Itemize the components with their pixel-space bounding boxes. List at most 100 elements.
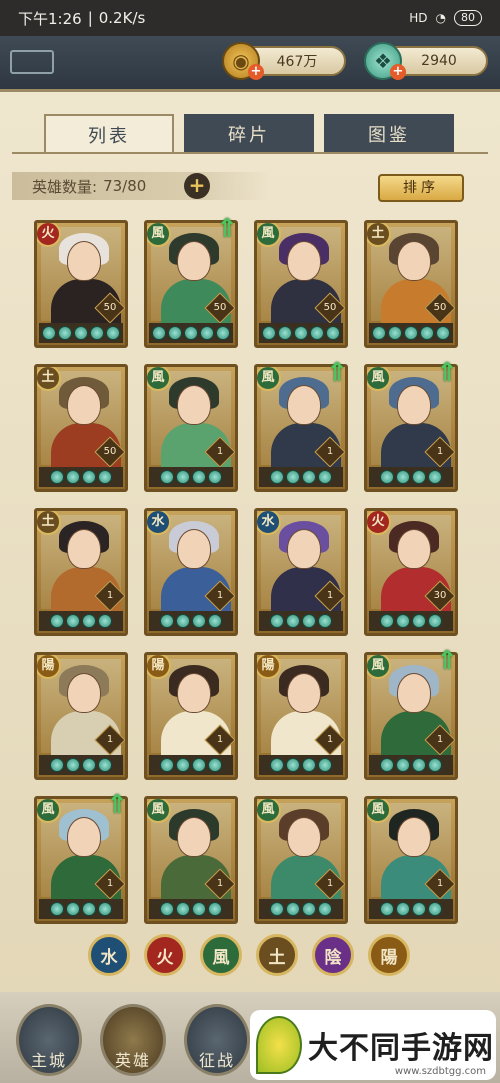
upgrade-arrow-icon: ⇑: [216, 214, 238, 244]
tab-bar: 列表 碎片 图鉴: [44, 114, 464, 154]
hero-face: [397, 673, 431, 713]
star-icon: [192, 902, 206, 916]
hero-card[interactable]: 土 50: [34, 364, 128, 492]
hero-card[interactable]: 風1: [144, 364, 238, 492]
star-icon: [396, 614, 410, 628]
element-badge: 風: [367, 799, 391, 823]
star-rating: [39, 899, 123, 919]
nav-heroes[interactable]: 英雄: [100, 1004, 166, 1076]
star-icon: [270, 902, 284, 916]
star-icon: [200, 326, 214, 340]
hero-card[interactable]: 火 30: [364, 508, 458, 636]
hero-face: [287, 241, 321, 281]
star-icon: [216, 326, 230, 340]
element-filter-button[interactable]: 陽: [368, 934, 410, 976]
hero-card[interactable]: 風 50: [254, 220, 348, 348]
star-icon: [278, 326, 292, 340]
star-icon: [50, 470, 64, 484]
star-icon: [302, 470, 316, 484]
wifi-icon: ◔: [435, 11, 446, 25]
element-badge: 火: [37, 223, 61, 247]
star-icon: [286, 902, 300, 916]
element-badge: 水: [147, 511, 171, 535]
add-hero-slot-button[interactable]: +: [184, 173, 210, 199]
hero-card[interactable]: 陽1: [144, 652, 238, 780]
star-rating: [369, 611, 453, 631]
hero-card[interactable]: 風1: [254, 796, 348, 924]
star-icon: [208, 758, 222, 772]
star-icon: [420, 326, 434, 340]
hero-card[interactable]: 風1: [364, 796, 458, 924]
star-icon: [168, 326, 182, 340]
add-jade-icon[interactable]: +: [390, 64, 406, 80]
element-filter-button[interactable]: 水: [88, 934, 130, 976]
star-icon: [262, 326, 276, 340]
star-icon: [66, 614, 80, 628]
tab-fragments[interactable]: 碎片: [184, 114, 314, 154]
hero-face: [67, 529, 101, 569]
element-badge: 土: [367, 223, 391, 247]
hero-face: [397, 241, 431, 281]
star-icon: [192, 614, 206, 628]
gold-resource[interactable]: ◉ + 467万: [222, 42, 346, 80]
hero-count-label: 英雄数量:: [32, 177, 98, 196]
element-filter-button[interactable]: 土: [256, 934, 298, 976]
element-badge: 風: [257, 367, 281, 391]
star-icon: [106, 326, 120, 340]
hero-card[interactable]: 土1: [34, 508, 128, 636]
tab-list[interactable]: 列表: [44, 114, 174, 154]
element-filter-bar: 水火風土陰陽: [88, 934, 428, 978]
star-icon: [302, 758, 316, 772]
hero-face: [177, 529, 211, 569]
nav-main-city[interactable]: 主城: [16, 1004, 82, 1076]
hero-card[interactable]: 土 50: [364, 220, 458, 348]
hero-card[interactable]: 陽1: [34, 652, 128, 780]
star-icon: [176, 758, 190, 772]
hero-face: [287, 385, 321, 425]
level-value: 1: [106, 734, 114, 745]
hero-card[interactable]: 水1: [254, 508, 348, 636]
star-icon: [270, 614, 284, 628]
hero-card[interactable]: 風1: [144, 796, 238, 924]
level-value: 1: [326, 446, 334, 457]
nav-campaign[interactable]: 征战: [184, 1004, 250, 1076]
menu-icon[interactable]: [10, 50, 54, 74]
hero-face: [177, 673, 211, 713]
star-rating: [369, 755, 453, 775]
element-filter-button[interactable]: 陰: [312, 934, 354, 976]
upgrade-arrow-icon: ⇑: [436, 646, 458, 676]
element-filter-button[interactable]: 風: [200, 934, 242, 976]
sort-button[interactable]: 排序: [378, 174, 464, 202]
star-icon: [176, 470, 190, 484]
star-icon: [208, 614, 222, 628]
element-badge: 陽: [147, 655, 171, 679]
hero-card[interactable]: 陽1: [254, 652, 348, 780]
star-icon: [42, 326, 56, 340]
hero-card[interactable]: 水1: [144, 508, 238, 636]
hero-face: [287, 529, 321, 569]
hero-face: [67, 673, 101, 713]
element-filter-button[interactable]: 火: [144, 934, 186, 976]
upgrade-arrow-icon: ⇑: [436, 358, 458, 388]
level-value: 1: [326, 878, 334, 889]
network-speed: 0.2K/s: [98, 9, 146, 27]
star-icon: [318, 902, 332, 916]
star-icon: [380, 614, 394, 628]
star-icon: [318, 470, 332, 484]
star-icon: [82, 614, 96, 628]
hero-face: [287, 673, 321, 713]
jade-resource[interactable]: ❖ + 2940: [364, 42, 488, 80]
star-icon: [58, 326, 72, 340]
level-value: 50: [103, 302, 117, 313]
add-gold-icon[interactable]: +: [248, 64, 264, 80]
star-rating: [149, 611, 233, 631]
level-value: 1: [106, 590, 114, 601]
star-icon: [428, 758, 442, 772]
star-icon: [286, 470, 300, 484]
status-divider: |: [87, 9, 93, 27]
element-badge: 火: [367, 511, 391, 535]
star-rating: [149, 467, 233, 487]
tab-codex[interactable]: 图鉴: [324, 114, 454, 154]
banner-text: 大不同手游网: [308, 1031, 494, 1066]
hero-card[interactable]: 火 50: [34, 220, 128, 348]
